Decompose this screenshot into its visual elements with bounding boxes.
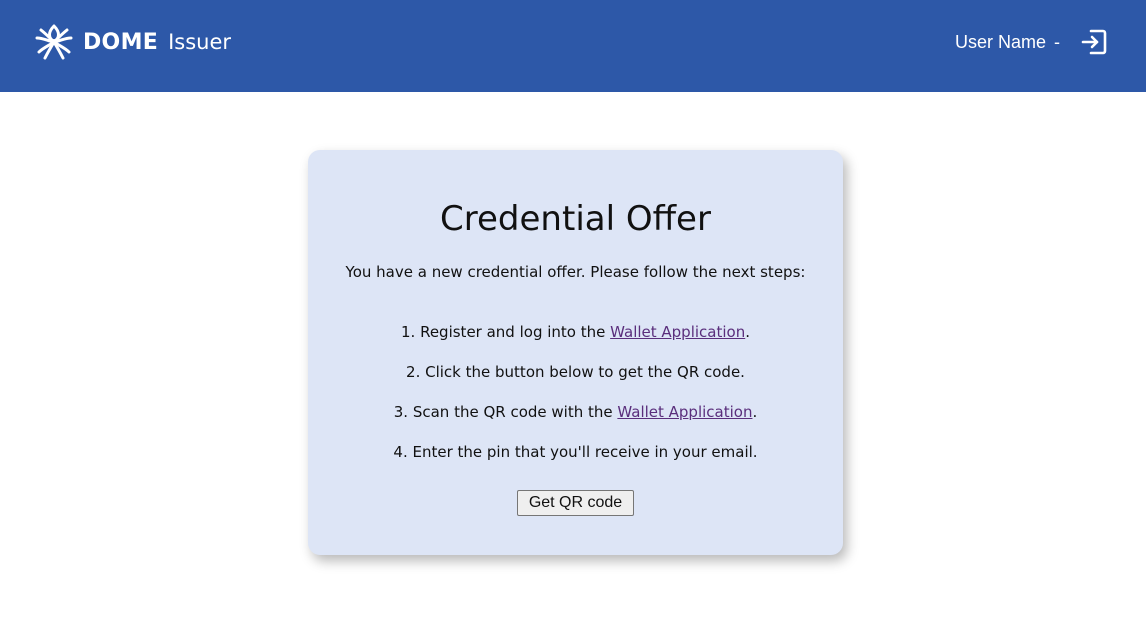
wallet-application-link[interactable]: Wallet Application [610, 323, 745, 341]
card-title: Credential Offer [440, 199, 711, 239]
card-intro: You have a new credential offer. Please … [345, 263, 806, 281]
step-4-text: 4. Enter the pin that you'll receive in … [393, 443, 758, 461]
top-header: DOME Issuer User Name - [0, 0, 1146, 92]
step-2: 2. Click the button below to get the QR … [308, 363, 843, 381]
wallet-application-link[interactable]: Wallet Application [617, 403, 752, 421]
step-4: 4. Enter the pin that you'll receive in … [308, 443, 843, 461]
dome-logo-icon [35, 24, 73, 60]
step-1-text: 1. Register and log into the [401, 323, 611, 341]
brand[interactable]: DOME Issuer [33, 22, 231, 62]
user-area: User Name - [955, 27, 1108, 57]
brand-subtitle: Issuer [168, 30, 232, 54]
logout-icon[interactable] [1080, 28, 1108, 56]
brand-name: DOME [83, 29, 159, 55]
step-2-text: 2. Click the button below to get the QR … [406, 363, 745, 381]
credential-offer-card: Credential Offer You have a new credenti… [308, 150, 843, 555]
step-3-text: 3. Scan the QR code with the [393, 403, 618, 421]
step-1: 1. Register and log into the Wallet Appl… [308, 323, 843, 341]
user-separator: - [1054, 31, 1060, 52]
step-1-suffix: . [745, 323, 750, 341]
user-name: User Name [954, 31, 1046, 52]
get-qr-code-button[interactable]: Get QR code [517, 490, 634, 516]
step-3-suffix: . [752, 403, 758, 421]
step-3: 3. Scan the QR code with the Wallet Appl… [308, 403, 843, 421]
